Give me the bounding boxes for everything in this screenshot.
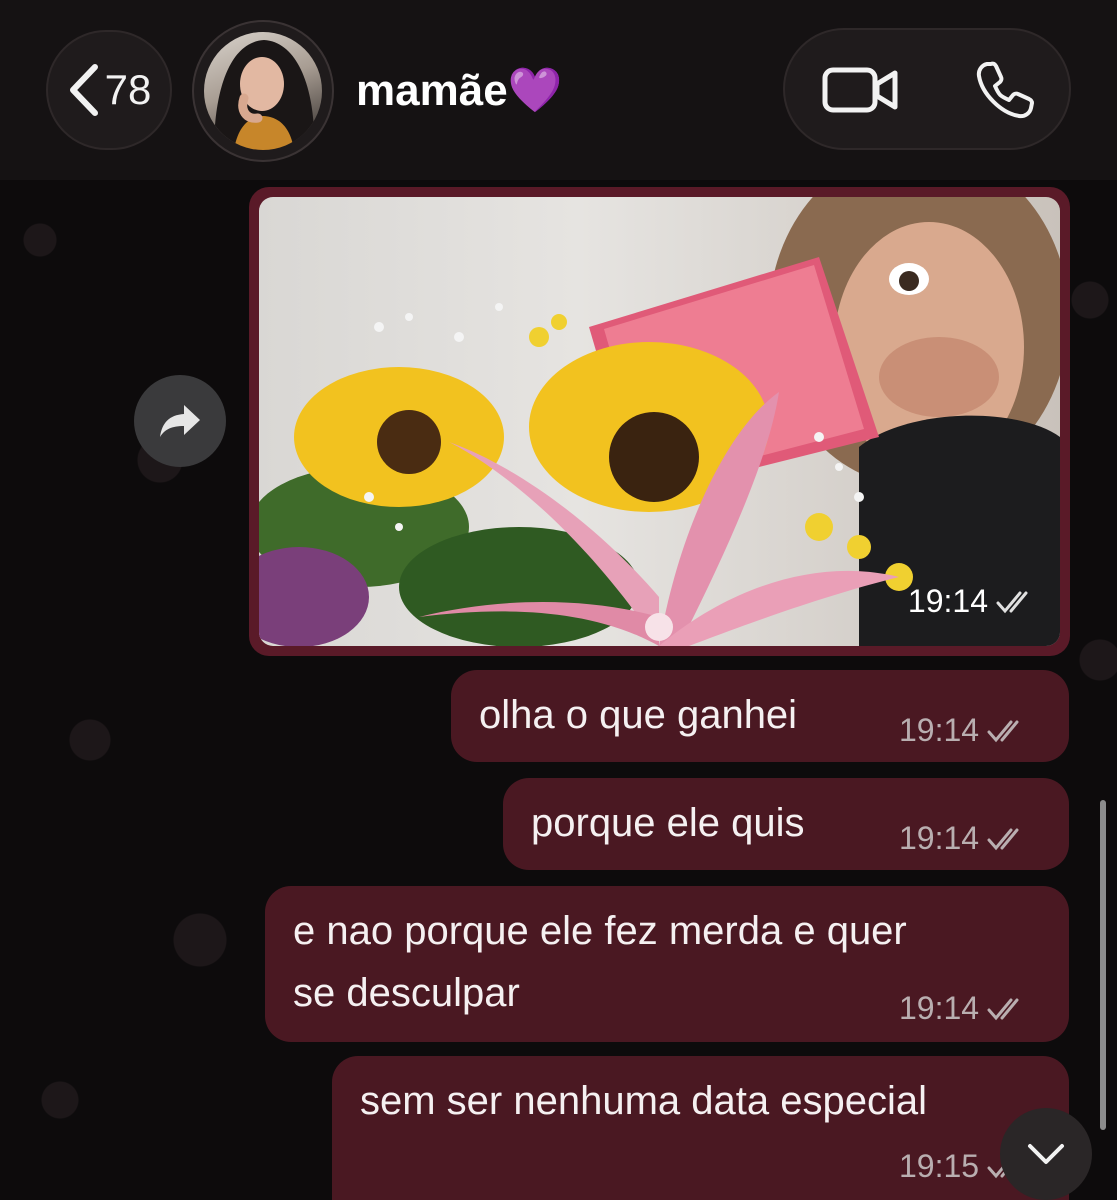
video-camera-icon[interactable] [821, 60, 901, 120]
double-check-icon [987, 828, 1019, 850]
message-time: 19:15 [899, 1148, 980, 1184]
chat-header: 78 mamãe💜 [0, 0, 1117, 180]
double-check-icon [987, 998, 1019, 1020]
message-time: 19:14 [899, 820, 980, 856]
message-text: sem ser nenhuma data especial [360, 1079, 927, 1123]
scrollbar[interactable] [1100, 800, 1106, 1130]
phone-icon[interactable] [973, 58, 1037, 122]
chevron-down-icon [1028, 1144, 1064, 1164]
forward-arrow-icon [160, 405, 200, 437]
scroll-to-bottom-button[interactable] [1000, 1108, 1092, 1200]
avatar-photo [204, 32, 322, 150]
message-bubble[interactable]: sem ser nenhuma data especial 19:15 [332, 1056, 1069, 1200]
message-bubble[interactable]: olha o que ganhei 19:14 [451, 670, 1069, 762]
message-meta: 19:14 [899, 712, 1027, 749]
message-meta: 19:14 [899, 990, 1027, 1027]
message-text-line-2: se desculpar [293, 971, 520, 1015]
message-bubble[interactable]: e nao porque ele fez merda e quer se des… [265, 886, 1069, 1042]
message-text-line-1: e nao porque ele fez merda e quer [293, 909, 907, 953]
forward-button[interactable] [134, 375, 226, 467]
message-bubble[interactable]: porque ele quis 19:14 [503, 778, 1069, 870]
message-text: porque ele quis [531, 801, 805, 845]
message-time: 19:14 [899, 990, 980, 1026]
double-check-icon [996, 591, 1028, 613]
chevron-left-icon [69, 64, 98, 116]
contact-avatar[interactable] [192, 20, 334, 162]
message-meta: 19:14 [908, 583, 1036, 620]
back-button[interactable]: 78 [46, 30, 172, 150]
message-time: 19:14 [899, 712, 980, 748]
call-actions [783, 28, 1071, 150]
double-check-icon [987, 720, 1019, 742]
unread-count: 78 [104, 66, 152, 113]
image-message[interactable]: 19:14 [249, 187, 1070, 656]
message-time: 19:14 [907, 583, 988, 619]
message-photo[interactable]: 19:14 [259, 197, 1060, 646]
message-meta: 19:14 [899, 820, 1027, 857]
contact-name[interactable]: mamãe💜 [356, 64, 562, 116]
message-text: olha o que ganhei [479, 693, 798, 737]
